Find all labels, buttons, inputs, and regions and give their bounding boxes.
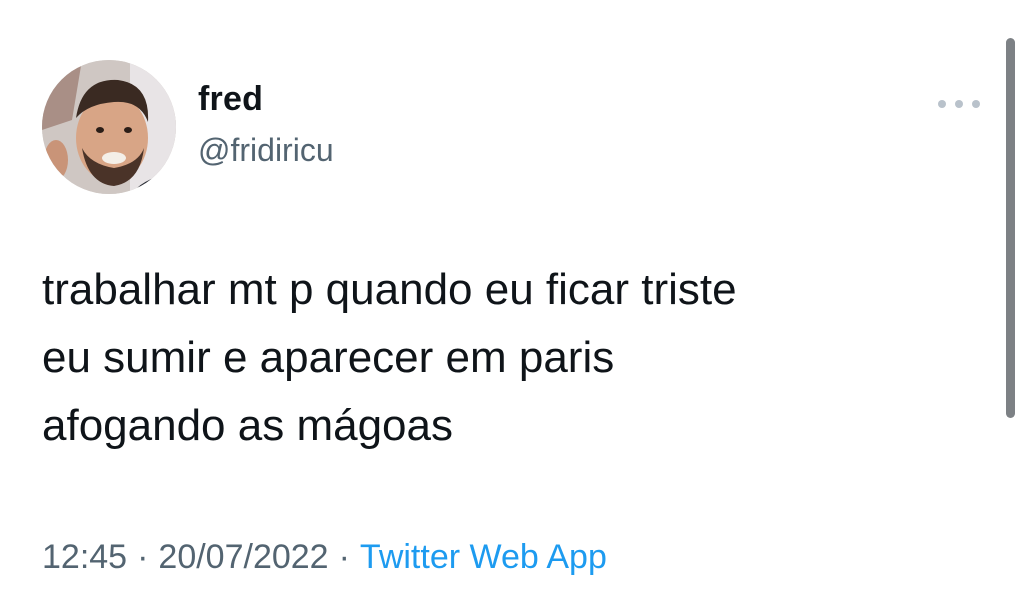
author-handle[interactable]: @fridiricu (198, 132, 334, 169)
separator: · (137, 538, 149, 576)
avatar-photo-icon (42, 60, 176, 194)
separator: · (338, 538, 350, 576)
tweet-time[interactable]: 12:45 (42, 538, 127, 576)
avatar[interactable] (42, 60, 176, 194)
tweet-metadata: 12:45 · 20/07/2022 · Twitter Web App (42, 538, 607, 577)
dot (972, 100, 980, 108)
tweet-source-link[interactable]: Twitter Web App (360, 538, 607, 576)
dot (938, 100, 946, 108)
dot (955, 100, 963, 108)
tweet-date[interactable]: 20/07/2022 (158, 538, 328, 576)
tweet-text: trabalhar mt p quando eu ficar triste eu… (42, 256, 972, 460)
scrollbar[interactable] (1006, 38, 1015, 418)
author-display-name[interactable]: fred (198, 80, 263, 119)
more-options-icon[interactable] (938, 94, 980, 114)
tweet-text-line: eu sumir e aparecer em paris (42, 333, 615, 382)
tweet-text-line: trabalhar mt p quando eu ficar triste (42, 265, 737, 314)
tweet-text-line: afogando as mágoas (42, 401, 453, 450)
